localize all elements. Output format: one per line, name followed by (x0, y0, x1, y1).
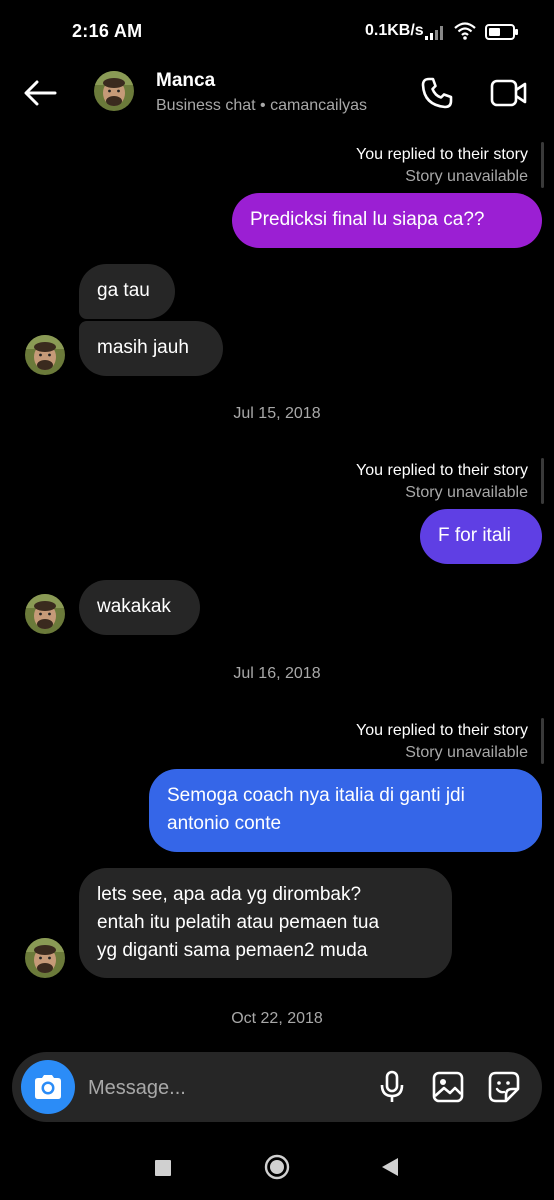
avatar[interactable] (25, 938, 65, 978)
reply-label: You replied to their story (356, 722, 528, 739)
video-call-button[interactable] (488, 73, 530, 113)
triangle-back-icon (382, 1158, 398, 1176)
sticker-icon (488, 1071, 520, 1103)
reply-label: You replied to their story (356, 462, 528, 479)
chat-screen: 2:16 AM 0.1KB/s Manca Business chat • ca… (0, 0, 554, 1200)
gallery-button[interactable] (430, 1069, 466, 1105)
microphone-button[interactable] (376, 1069, 408, 1105)
sticker-button[interactable] (486, 1069, 522, 1105)
system-nav-bar (0, 1135, 554, 1200)
battery-icon (485, 24, 519, 45)
home-button[interactable] (264, 1154, 290, 1185)
network-speed: 0.1KB/s (365, 22, 424, 39)
camera-icon (35, 1075, 61, 1099)
voice-call-button[interactable] (417, 73, 457, 113)
contact-name[interactable]: Manca (156, 70, 215, 92)
reply-indicator (541, 718, 544, 764)
incoming-message[interactable]: masih jauh (79, 321, 223, 376)
reply-label: You replied to their story (356, 146, 528, 163)
story-reply-note: You replied to their story Story unavail… (356, 144, 528, 188)
message-line: entah itu pelatih atau pemaen tua (97, 912, 380, 933)
message-input[interactable] (86, 1067, 370, 1109)
arrow-left-icon (24, 80, 57, 106)
nav-back-button[interactable] (380, 1157, 400, 1182)
reply-status: Story unavailable (405, 484, 528, 501)
video-camera-icon (490, 79, 527, 107)
contact-subtitle: Business chat • camancailyas (156, 97, 368, 114)
avatar[interactable] (25, 594, 65, 634)
date-separator: Jul 16, 2018 (233, 665, 321, 682)
status-bar: 2:16 AM 0.1KB/s (0, 0, 554, 60)
story-reply-note: You replied to their story Story unavail… (356, 720, 528, 764)
avatar[interactable] (94, 71, 134, 111)
recents-button[interactable] (154, 1159, 172, 1182)
back-button[interactable] (20, 76, 60, 110)
message-line: antonio conte (167, 813, 282, 834)
phone-icon (421, 77, 453, 109)
wifi-icon (453, 21, 477, 46)
incoming-message[interactable]: ga tau (79, 264, 175, 319)
date-separator: Jul 15, 2018 (233, 405, 321, 422)
message-composer (12, 1052, 542, 1122)
microphone-icon (380, 1070, 404, 1102)
reply-indicator (541, 458, 544, 504)
square-recents-icon (155, 1160, 171, 1176)
message-line: yg diganti sama pemaen2 muda (97, 940, 368, 961)
outgoing-message[interactable]: Semoga coach nya italia di ganti jdi ant… (149, 769, 542, 852)
gallery-icon (432, 1071, 464, 1103)
story-reply-note: You replied to their story Story unavail… (356, 460, 528, 504)
message-line: Semoga coach nya italia di ganti jdi (167, 785, 465, 806)
incoming-message[interactable]: wakakak (79, 580, 200, 635)
incoming-message[interactable]: lets see, apa ada yg dirombak? entah itu… (79, 868, 452, 978)
reply-status: Story unavailable (405, 168, 528, 185)
outgoing-message[interactable]: Predicksi final lu siapa ca?? (232, 193, 542, 248)
status-time: 2:16 AM (72, 21, 143, 41)
message-line: lets see, apa ada yg dirombak? (97, 884, 362, 905)
chat-header: Manca Business chat • camancailyas (0, 60, 554, 126)
date-separator: Oct 22, 2018 (231, 1010, 323, 1027)
circle-home-icon (264, 1154, 290, 1180)
outgoing-message[interactable]: F for itali (420, 509, 542, 564)
avatar[interactable] (25, 335, 65, 375)
signal-bars-icon (425, 24, 447, 45)
camera-button[interactable] (21, 1060, 75, 1114)
reply-status: Story unavailable (405, 744, 528, 761)
reply-indicator (541, 142, 544, 188)
